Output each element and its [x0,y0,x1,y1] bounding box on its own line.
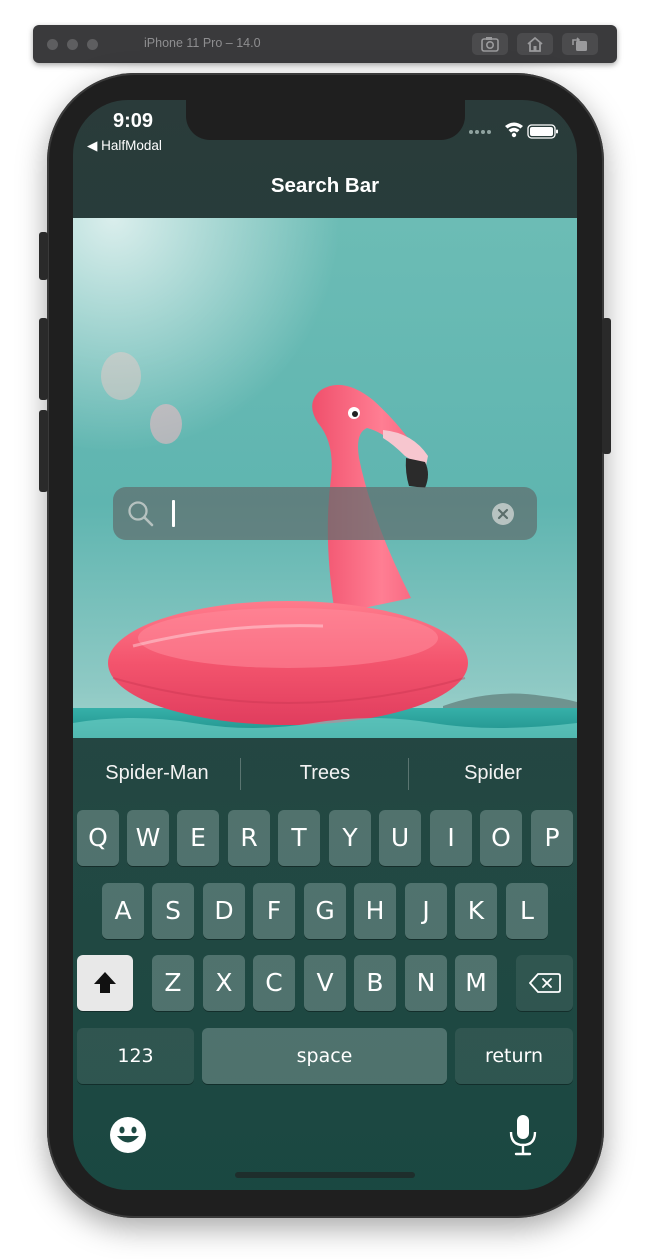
shift-key[interactable] [77,955,133,1011]
battery-icon [527,124,558,139]
search-icon [128,501,154,527]
window-zoom-dot[interactable] [87,39,98,50]
key-l[interactable]: L [506,883,548,939]
key-q[interactable]: Q [77,810,119,866]
key-x[interactable]: X [203,955,245,1011]
status-time: 9:09 [113,110,154,132]
key-e[interactable]: E [177,810,219,866]
key-r[interactable]: R [228,810,270,866]
delete-icon [528,973,561,993]
key-z[interactable]: Z [152,955,194,1011]
microphone-icon[interactable] [508,1114,538,1156]
mute-switch [39,232,48,280]
status-icons [469,122,559,145]
back-to-app-link[interactable]: ◀ HalfModal [87,138,162,154]
key-v[interactable]: V [304,955,346,1011]
simulator-title: iPhone 11 Pro – 14.0 [144,36,261,50]
wifi-icon [505,122,523,138]
home-icon [527,36,543,52]
key-p[interactable]: P [531,810,573,866]
key-j[interactable]: J [405,883,447,939]
clear-icon[interactable] [491,502,515,526]
key-o[interactable]: O [480,810,522,866]
key-c[interactable]: C [253,955,295,1011]
key-m[interactable]: M [455,955,497,1011]
window-close-dot[interactable] [47,39,58,50]
keyboard: Spider-Man Trees Spider Q W E R T Y U I … [73,738,577,1190]
simulator-toolbar: iPhone 11 Pro – 14.0 [33,25,617,63]
screenshot-button[interactable] [472,33,508,55]
power-button [602,318,611,454]
text-cursor [172,500,175,527]
volume-up-button [39,318,48,400]
key-a[interactable]: A [102,883,144,939]
suggestion-3[interactable]: Spider [409,762,577,785]
rotate-icon [572,37,587,51]
key-g[interactable]: G [304,883,346,939]
home-button[interactable] [517,33,553,55]
return-key[interactable]: return [455,1028,573,1084]
window-minimize-dot[interactable] [67,39,78,50]
key-f[interactable]: F [253,883,295,939]
numbers-key[interactable]: 123 [77,1028,194,1084]
key-t[interactable]: T [278,810,320,866]
space-key[interactable]: space [202,1028,447,1084]
suggestion-2[interactable]: Trees [241,762,409,785]
key-i[interactable]: I [430,810,472,866]
volume-down-button [39,410,48,492]
search-field[interactable] [113,487,537,540]
page-title: Search Bar [270,174,380,197]
suggestion-1[interactable]: Spider-Man [73,762,241,785]
screenshot-icon [481,37,499,52]
key-d[interactable]: D [203,883,245,939]
emoji-icon[interactable] [109,1116,147,1154]
delete-key[interactable] [516,955,573,1011]
key-u[interactable]: U [379,810,421,866]
background-photo [73,218,577,738]
key-s[interactable]: S [152,883,194,939]
key-w[interactable]: W [127,810,169,866]
key-h[interactable]: H [354,883,396,939]
key-n[interactable]: N [405,955,447,1011]
device-screen: 9:09 ◀ HalfModal Search Bar Spider-Man T… [73,100,577,1190]
rotate-button[interactable] [562,33,598,55]
key-y[interactable]: Y [329,810,371,866]
flamingo-illustration [73,218,577,738]
shift-icon [94,972,116,993]
notch [186,100,465,140]
key-k[interactable]: K [455,883,497,939]
home-indicator[interactable] [235,1172,415,1178]
key-b[interactable]: B [354,955,396,1011]
cellular-dots-icon [469,130,491,134]
